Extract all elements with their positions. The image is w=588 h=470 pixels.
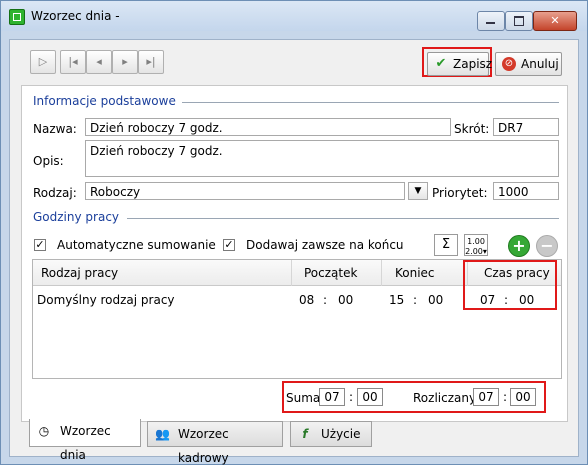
maximize-icon <box>514 16 524 26</box>
title-bar[interactable]: Wzorzec dnia - ✕ <box>1 1 587 31</box>
cancel-button[interactable]: ⊘ Anuluj <box>495 52 562 76</box>
minimize-button[interactable] <box>477 11 505 31</box>
plus-icon: + <box>512 236 526 255</box>
last-record-icon: ▸| <box>146 55 156 68</box>
remove-row-button[interactable]: − <box>536 235 558 257</box>
time-colon: : <box>323 293 328 307</box>
time-colon: : <box>413 293 418 307</box>
settled-minute-field[interactable]: 00 <box>510 388 536 406</box>
row-type-cell: Domyślny rodzaj pracy <box>37 293 175 307</box>
app-icon <box>9 9 25 25</box>
type-label: Rodzaj: <box>33 186 77 200</box>
time-colon: : <box>349 390 354 404</box>
window-title: Wzorzec dnia - <box>31 9 120 23</box>
row-end-hour[interactable]: 15 <box>389 293 404 307</box>
tab-label: Wzorzec dnia <box>60 424 111 462</box>
append-checkbox[interactable]: ✓ <box>223 239 235 251</box>
tab-usage[interactable]: f Użycie <box>290 421 372 447</box>
minus-icon: − <box>540 236 554 255</box>
app-window: Wzorzec dnia - ✕ ▷ |◂ ◂ ▸ ▸| ✔ Zapisz ⊘ … <box>0 0 588 465</box>
checkmark-icon: ✔ <box>435 56 447 71</box>
type-select[interactable]: Roboczy <box>85 182 405 200</box>
prev-record-icon: ◂ <box>96 55 102 68</box>
duration-highlight-box <box>463 260 557 310</box>
add-row-button[interactable]: + <box>508 235 530 257</box>
nav-last-button[interactable]: ▸| <box>138 50 164 74</box>
append-label: Dodawaj zawsze na końcu <box>246 238 404 252</box>
cancel-label: Anuluj <box>521 57 559 71</box>
nav-prev-button[interactable]: ◂ <box>86 50 112 74</box>
section-working-hours: Godziny pracy <box>33 210 120 224</box>
description-field[interactable]: Dzień roboczy 7 godz. <box>85 140 559 177</box>
section-divider <box>127 218 559 219</box>
sum-minute-field[interactable]: 00 <box>357 388 383 406</box>
next-record-icon: ▸ <box>122 55 128 68</box>
save-label: Zapisz <box>453 57 493 71</box>
people-icon: 👥 <box>155 427 170 441</box>
row-start-minute[interactable]: 00 <box>338 293 353 307</box>
auto-sum-checkbox[interactable]: ✓ <box>34 239 46 251</box>
sigma-icon: Σ <box>441 237 451 252</box>
short-label: Skrót: <box>454 122 490 136</box>
nav-next-button[interactable]: ▸ <box>112 50 138 74</box>
column-header-end[interactable]: Koniec <box>382 260 467 286</box>
settled-hour-field[interactable]: 07 <box>473 388 499 406</box>
time-colon: : <box>503 390 508 404</box>
section-divider <box>182 102 559 103</box>
checkmark-icon: ✓ <box>35 238 45 251</box>
auto-sum-label: Automatyczne sumowanie <box>57 238 216 252</box>
short-field[interactable]: DR7 <box>493 118 559 136</box>
play-icon: ▷ <box>38 55 48 68</box>
checkmark-icon: ✓ <box>224 238 234 251</box>
save-button[interactable]: ✔ Zapisz <box>427 52 493 76</box>
description-label: Opis: <box>33 154 64 168</box>
tab-label: Wzorzec kadrowy <box>178 427 229 465</box>
nav-play-button[interactable]: ▷ <box>30 50 56 74</box>
settled-label: Rozliczany <box>413 391 477 405</box>
tab-hr-pattern[interactable]: 👥 Wzorzec kadrowy <box>147 421 283 465</box>
priority-label: Priorytet: <box>432 186 488 200</box>
column-header-type[interactable]: Rodzaj pracy <box>33 260 291 286</box>
name-label: Nazwa: <box>33 122 77 136</box>
tab-label: Użycie <box>321 427 361 441</box>
first-record-icon: |◂ <box>68 55 78 68</box>
close-icon: ✕ <box>550 14 560 27</box>
chevron-down-icon: ▼ <box>414 186 422 196</box>
tab-day-pattern[interactable]: ◷ Wzorzec dnia <box>29 419 141 462</box>
column-header-start[interactable]: Początek <box>292 260 381 286</box>
priority-field[interactable]: 1000 <box>493 182 559 200</box>
function-icon: f <box>302 427 308 441</box>
clock-icon: ◷ <box>38 424 50 438</box>
close-button[interactable]: ✕ <box>533 11 577 31</box>
nav-first-button[interactable]: |◂ <box>60 50 86 74</box>
maximize-button[interactable] <box>505 11 533 31</box>
type-dropdown-button[interactable]: ▼ <box>408 182 428 200</box>
minimize-icon <box>486 22 495 24</box>
time-format-button[interactable]: 1.00 2.00▾ <box>464 234 488 256</box>
sum-tool-button[interactable]: Σ <box>434 234 458 256</box>
section-basic-info: Informacje podstawowe <box>33 94 176 108</box>
row-start-hour[interactable]: 08 <box>299 293 314 307</box>
sum-label: Suma <box>286 391 321 405</box>
time-format-icon: 1.00 2.00▾ <box>465 237 487 256</box>
row-end-minute[interactable]: 00 <box>428 293 443 307</box>
name-field[interactable]: Dzień roboczy 7 godz. <box>85 118 451 136</box>
cancel-icon: ⊘ <box>502 57 516 71</box>
sum-hour-field[interactable]: 07 <box>319 388 345 406</box>
